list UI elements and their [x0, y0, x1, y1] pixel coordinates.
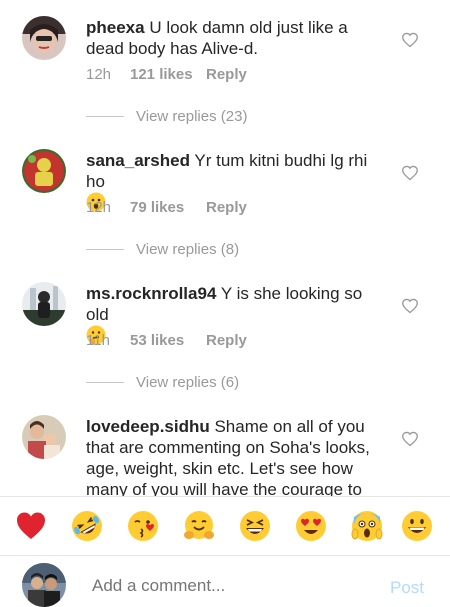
- reply-button[interactable]: Reply: [206, 199, 247, 216]
- avatar[interactable]: [22, 415, 66, 459]
- like-heart-icon[interactable]: [401, 165, 419, 181]
- hugging-face-emoji[interactable]: [182, 509, 216, 543]
- divider: [86, 116, 124, 117]
- reply-button[interactable]: Reply: [206, 332, 247, 349]
- rolling-laughing-emoji[interactable]: [70, 509, 104, 543]
- grinning-face-emoji[interactable]: [400, 509, 434, 543]
- screaming-fear-emoji[interactable]: [350, 509, 384, 543]
- avatar[interactable]: [22, 16, 66, 60]
- heart-eyes-emoji[interactable]: [294, 509, 328, 543]
- like-heart-icon[interactable]: [401, 32, 419, 48]
- comment-time: 12h: [86, 199, 112, 216]
- avatar: [22, 563, 66, 607]
- emoji-quick-bar: [0, 496, 450, 555]
- view-replies-label: View replies (6): [136, 374, 240, 391]
- like-heart-icon[interactable]: [401, 298, 419, 314]
- comment-likes[interactable]: 53 likes: [130, 332, 206, 349]
- view-replies-link[interactable]: View replies (8): [86, 241, 239, 258]
- divider: [86, 249, 124, 250]
- post-button[interactable]: Post: [390, 578, 424, 598]
- reply-button[interactable]: Reply: [206, 66, 247, 83]
- comment-time: 12h: [86, 66, 112, 83]
- comment-username[interactable]: ms.rocknrolla94: [86, 284, 216, 303]
- kissing-wink-emoji[interactable]: [126, 509, 160, 543]
- like-heart-icon[interactable]: [401, 431, 419, 447]
- divider: [86, 382, 124, 383]
- comment-meta: 12h 121 likes Reply: [86, 66, 247, 83]
- comment-meta: 11h 53 likes Reply: [86, 332, 247, 349]
- avatar[interactable]: [22, 282, 66, 326]
- view-replies-link[interactable]: View replies (23): [86, 108, 247, 125]
- view-replies-label: View replies (23): [136, 108, 248, 125]
- comment-composer: Post: [0, 555, 450, 607]
- comment-text: lovedeep.sidhu Shame on all of you that …: [86, 416, 386, 496]
- comment-username[interactable]: sana_arshed: [86, 151, 190, 170]
- comment-time: 11h: [86, 332, 110, 349]
- comment-likes[interactable]: 121 likes: [130, 66, 206, 83]
- comments-list: pheexa U look damn old just like a dead …: [0, 0, 450, 496]
- comment-username[interactable]: pheexa: [86, 18, 145, 37]
- comment-meta: 12h 79 likes Reply: [86, 199, 247, 216]
- comment-input[interactable]: [92, 576, 342, 596]
- comment-username[interactable]: lovedeep.sidhu: [86, 417, 210, 436]
- view-replies-label: View replies (8): [136, 241, 240, 258]
- squinting-laugh-emoji[interactable]: [238, 509, 272, 543]
- comment-likes[interactable]: 79 likes: [130, 199, 206, 216]
- red-heart-emoji[interactable]: [14, 509, 48, 543]
- view-replies-link[interactable]: View replies (6): [86, 374, 239, 391]
- comment-text: pheexa U look damn old just like a dead …: [86, 17, 386, 59]
- avatar[interactable]: [22, 149, 66, 193]
